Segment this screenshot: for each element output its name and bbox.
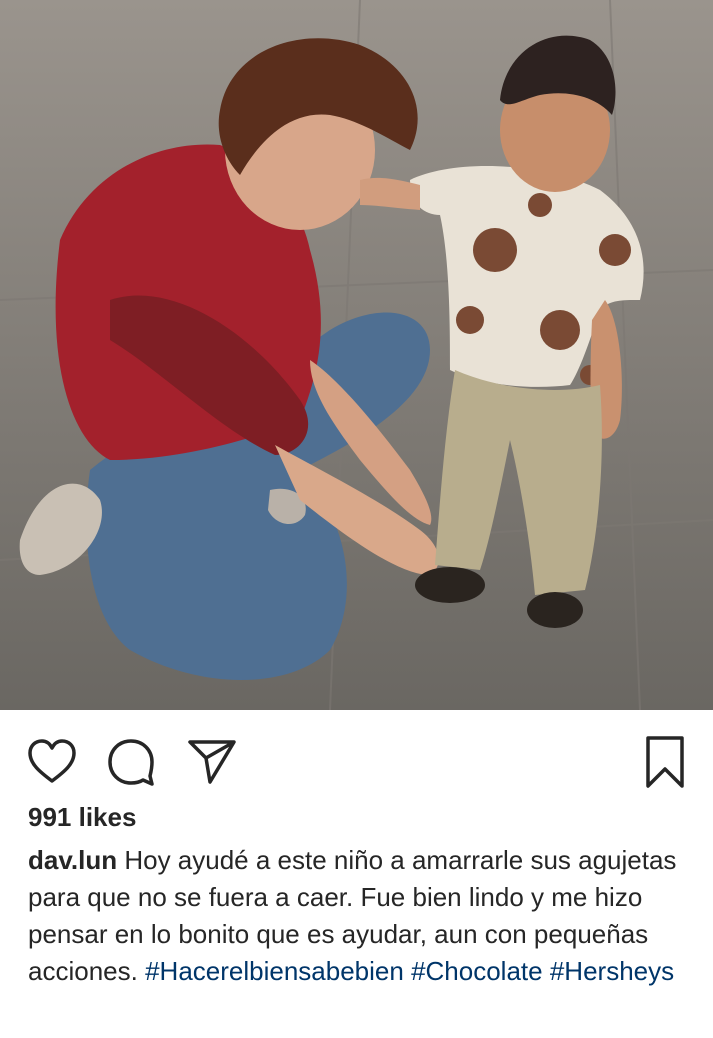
bookmark-icon[interactable] [642, 734, 688, 790]
hashtag-link[interactable]: #Hacerelbiensabebien [145, 956, 404, 986]
comment-bubble-icon[interactable] [105, 736, 157, 788]
paper-plane-icon[interactable] [186, 736, 238, 788]
post-photo[interactable] [0, 0, 713, 710]
post-actions-bar [0, 710, 713, 810]
hashtag-link[interactable]: #Chocolate [411, 956, 543, 986]
likes-count[interactable]: 991 likes [28, 802, 136, 833]
heart-icon[interactable] [26, 736, 78, 788]
post-caption: dav.lun Hoy ayudé a este niño a amarrarl… [28, 842, 693, 990]
instagram-post: 991 likes dav.lun Hoy ayudé a este niño … [0, 0, 713, 1038]
caption-username[interactable]: dav.lun [28, 845, 117, 875]
hashtag-link[interactable]: #Hersheys [550, 956, 674, 986]
